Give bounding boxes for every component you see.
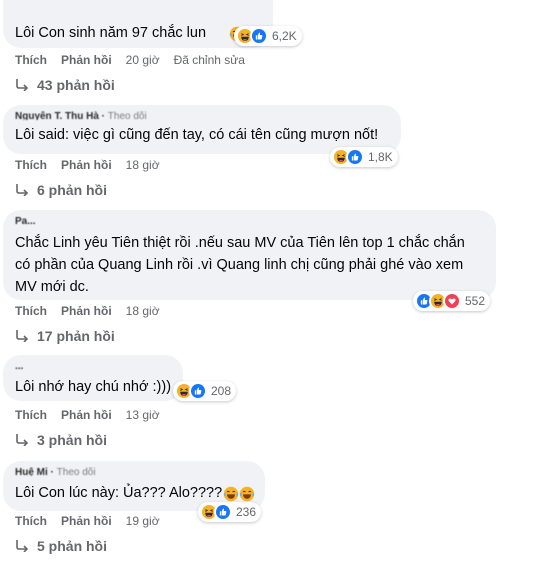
author-name[interactable]: Huệ Mi · Theo dõi	[15, 467, 96, 476]
reaction-count: 1,8K	[368, 150, 393, 164]
reply-arrow-icon	[15, 184, 29, 196]
comment-actions: Thích Phản hồi 18 giờ	[15, 158, 174, 172]
like-icon	[189, 382, 207, 400]
comment-text: Lôi Con lúc này: Ủa??? Alo????	[15, 485, 223, 501]
comment-text: Lôi said: việc gì cũng đến tay, có cái t…	[15, 127, 379, 143]
reply-arrow-icon	[15, 79, 29, 91]
view-replies[interactable]: 5 phản hồi	[15, 538, 107, 554]
comment-text-line-3: MV mới dc.	[15, 279, 89, 295]
reply-link[interactable]: Phản hồi	[61, 53, 112, 67]
laughing-tears-emoji	[223, 486, 239, 502]
reply-arrow-icon	[15, 330, 29, 342]
comment-actions: Thích Phản hồi 13 giờ	[15, 408, 174, 422]
laughing-tears-emoji	[239, 486, 255, 502]
edited-label: Đã chỉnh sửa	[173, 53, 245, 67]
reply-arrow-icon	[15, 540, 29, 552]
reply-link[interactable]: Phản hồi	[61, 304, 112, 318]
like-link[interactable]: Thích	[15, 304, 47, 318]
reaction-count: 208	[211, 384, 232, 398]
replies-count: 3 phản hồi	[37, 432, 107, 448]
timestamp[interactable]: 19 giờ	[126, 514, 160, 528]
comment-text: Lôi nhớ hay chú nhớ :)))	[15, 379, 172, 395]
timestamp[interactable]: 18 giờ	[126, 158, 160, 172]
reaction-count: 552	[465, 294, 486, 308]
like-icon	[250, 27, 268, 45]
replies-count: 43 phản hồi	[37, 77, 115, 93]
timestamp[interactable]: 20 giờ	[126, 53, 160, 67]
like-link[interactable]: Thích	[15, 408, 47, 422]
reaction-summary[interactable]: 208	[173, 381, 237, 401]
like-icon	[346, 148, 364, 166]
view-replies[interactable]: 43 phản hồi	[15, 77, 115, 93]
author-name[interactable]: ...	[15, 361, 23, 370]
comment-bubble: ... Lôi nhớ hay chú nhớ :)))	[3, 355, 183, 401]
comment-text-line-2: có phần của Quang Linh rồi .vì Quang lin…	[15, 257, 464, 273]
like-link[interactable]: Thích	[15, 158, 47, 172]
reply-link[interactable]: Phản hồi	[61, 408, 112, 422]
comment-actions: Thích Phản hồi 18 giờ	[15, 304, 174, 318]
timestamp[interactable]: 18 giờ	[126, 304, 160, 318]
replies-count: 17 phản hồi	[37, 328, 115, 344]
reaction-count: 236	[236, 505, 257, 519]
comment-text: Lôi Con sinh năm 97 chắc lun	[15, 25, 207, 41]
reaction-summary[interactable]: 6,2K	[234, 26, 302, 46]
reply-arrow-icon	[15, 434, 29, 446]
like-link[interactable]: Thích	[15, 53, 47, 67]
view-replies[interactable]: 17 phản hồi	[15, 328, 115, 344]
comment-text-line-1: Chắc Linh yêu Tiên thiệt rồi .nếu sau MV…	[15, 235, 465, 251]
reaction-summary[interactable]: 552	[413, 291, 491, 311]
timestamp[interactable]: 13 giờ	[126, 408, 160, 422]
like-icon	[214, 503, 232, 521]
replies-count: 6 phản hồi	[37, 182, 107, 198]
replies-count: 5 phản hồi	[37, 538, 107, 554]
comment-actions: Thích Phản hồi 20 giờ Đã chỉnh sửa	[15, 53, 245, 67]
comment-bubble: Lôi Con sinh năm 97 chắc lun	[3, 0, 273, 48]
view-replies[interactable]: 6 phản hồi	[15, 182, 107, 198]
reply-link[interactable]: Phản hồi	[61, 514, 112, 528]
love-icon	[443, 292, 461, 310]
reaction-summary[interactable]: 236	[198, 502, 262, 522]
reaction-count: 6,2K	[272, 29, 297, 43]
author-name[interactable]: Pa...	[15, 216, 36, 225]
comment-bubble: Pa... Chắc Linh yêu Tiên thiệt rồi .nếu …	[3, 210, 496, 300]
reply-link[interactable]: Phản hồi	[61, 158, 112, 172]
author-name[interactable]: Nguyễn T. Thu Hà · Theo dõi	[15, 111, 147, 120]
view-replies[interactable]: 3 phản hồi	[15, 432, 107, 448]
reaction-summary[interactable]: 1,8K	[330, 147, 398, 167]
like-link[interactable]: Thích	[15, 514, 47, 528]
comment-actions: Thích Phản hồi 19 giờ	[15, 514, 174, 528]
